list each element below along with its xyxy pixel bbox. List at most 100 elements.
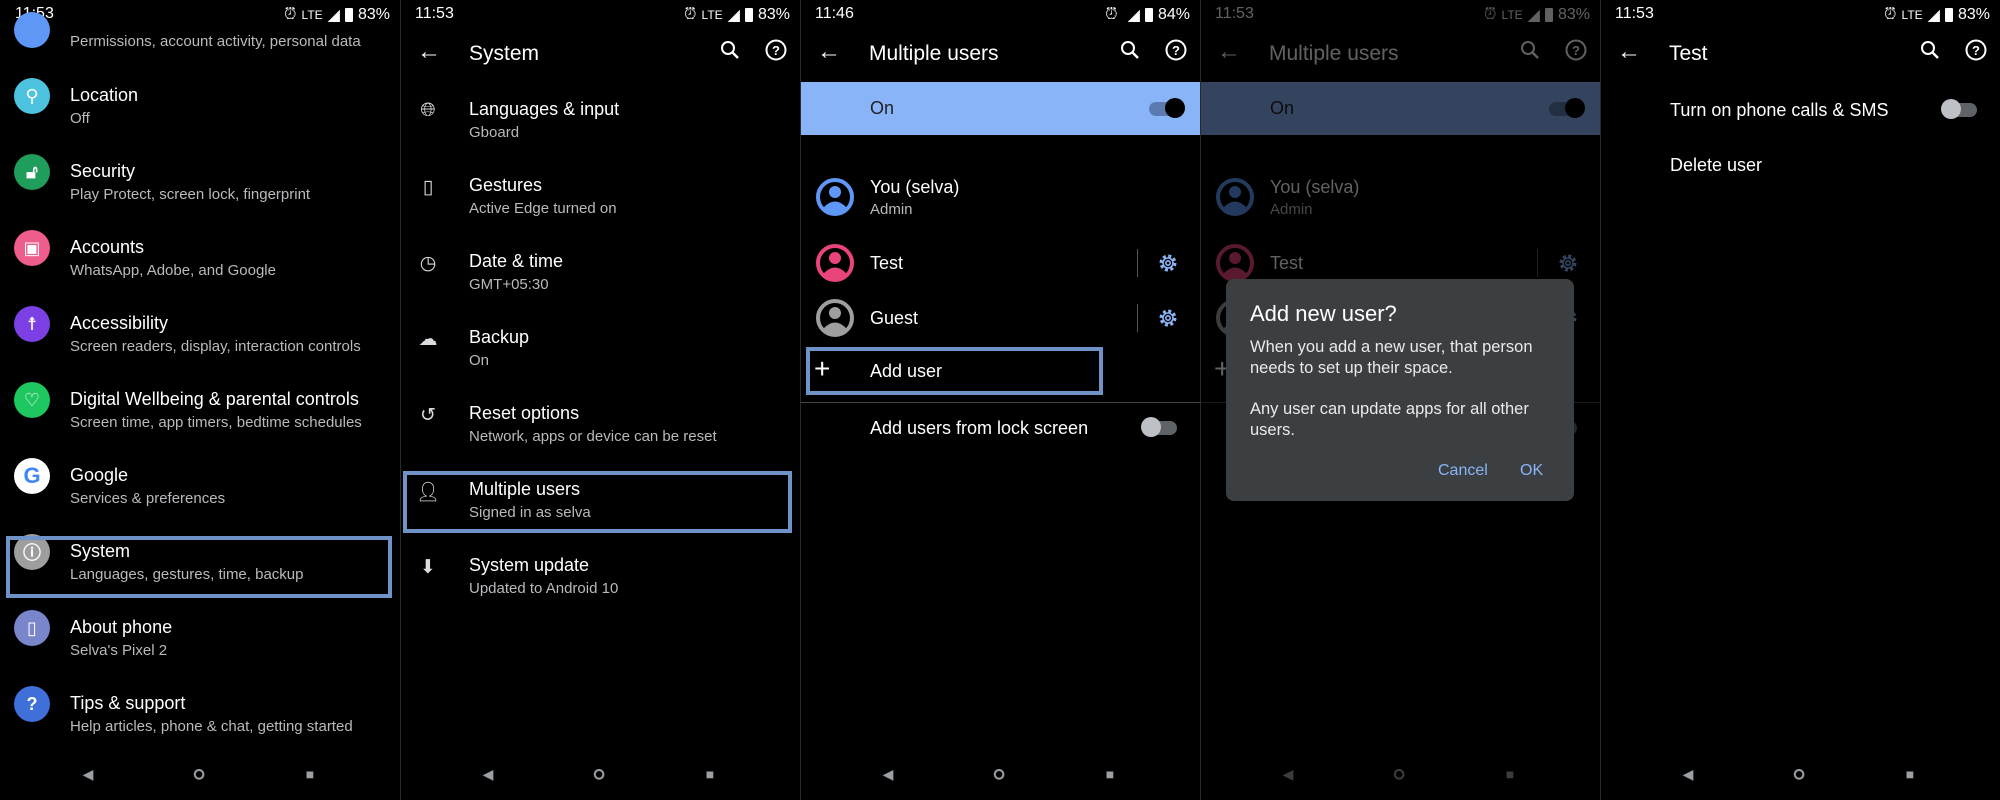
status-time: 11:53 — [415, 5, 454, 22]
recents-button[interactable]: ■ — [698, 762, 722, 786]
back-nav-button[interactable]: ◀ — [876, 762, 900, 786]
search-icon[interactable] — [1118, 38, 1142, 62]
search-icon[interactable] — [1918, 38, 1942, 62]
system-update-icon: ⬇ — [420, 557, 436, 578]
settings-item-accounts[interactable]: ▣ Accounts WhatsApp, Adobe, and Google — [0, 218, 400, 288]
lock-screen-toggle[interactable] — [1141, 417, 1177, 437]
settings-item-google[interactable]: G Google Services & preferences — [0, 446, 400, 516]
status-icons: ⏰︎ LTE ◢ 83% — [284, 5, 390, 25]
settings-item-digital[interactable]: ♡ Digital Wellbeing & parental controls Sc… — [0, 370, 400, 440]
signal-icon: ◢ — [727, 7, 740, 24]
battery-level: 83% — [357, 6, 390, 23]
home-button[interactable]: ● — [987, 762, 1011, 786]
settings-item-tips[interactable]: ? Tips & support Help articles, phone & ch… — [0, 674, 400, 744]
highlight-box — [6, 536, 392, 598]
phone-calls-toggle[interactable] — [1941, 99, 1977, 119]
settings-item-security[interactable]: 🔓︎ Security Play Protect, screen lock, fin… — [0, 142, 400, 212]
signal-icon: ◢ — [1927, 7, 1940, 24]
home-button[interactable]: ● — [187, 762, 211, 786]
alarm-icon: ⏰︎ — [284, 6, 297, 23]
ok-button[interactable]: OK — [1520, 462, 1543, 480]
signal-icon: ◢ — [327, 7, 340, 24]
location-icon: ⚲ — [14, 78, 50, 114]
screen-3: 11:46 ⏰︎ ◢ 84% ◀ ● ■ ← Multiple users? On You (sel… — [800, 0, 1200, 800]
lock-open-icon: 🔓︎ — [14, 154, 50, 190]
delete-user-button[interactable]: Delete user — [1670, 155, 1762, 176]
recents-button[interactable]: ■ — [1098, 762, 1122, 786]
back-nav-button[interactable]: ◀ — [476, 762, 500, 786]
divider — [1200, 0, 1201, 800]
item-title: Digital Wellbeing & parental controls — [70, 389, 359, 409]
screen-1: 11:53⏰︎LTE◢83%◀●■Permissions, account ac… — [0, 0, 400, 800]
system-item-gestures[interactable]: ▯ Gestures Active Edge turned on — [400, 156, 800, 226]
item-subtitle: GMT+05:30 — [469, 276, 549, 293]
accounts-icon: ▣ — [14, 230, 50, 266]
battery-level: 83% — [757, 6, 790, 23]
battery-level: 84% — [1157, 6, 1190, 23]
svg-text:?: ? — [1172, 43, 1180, 58]
google-icon: G — [14, 458, 50, 494]
toggle-knob — [1941, 99, 1961, 119]
user-name: Guest — [870, 308, 919, 328]
divider — [1137, 304, 1138, 332]
back-arrow-icon[interactable]: ← — [1617, 38, 1641, 66]
lock-screen-row[interactable]: Add users from lock screen — [800, 405, 1200, 451]
status-icons: ⏰︎ LTE ◢ 83% — [1884, 5, 1990, 25]
screen-5: 11:53 ⏰︎ LTE ◢ 83% ◀ ● ■ ← Test? Turn on phone cal… — [1600, 0, 2000, 800]
system-item-date[interactable]: ◷ Date & time GMT+05:30 — [400, 232, 800, 302]
cancel-button[interactable]: Cancel — [1438, 462, 1488, 480]
item-subtitle: Play Protect, screen lock, fingerprint — [70, 186, 311, 203]
settings-item-accessibility[interactable]: ☨ Accessibility Screen readers, display, i… — [0, 294, 400, 364]
system-item-languages[interactable]: 🌐︎ Languages & input Gboard — [400, 80, 800, 150]
master-toggle-row[interactable]: On — [800, 82, 1200, 135]
battery-level: 83% — [1957, 6, 1990, 23]
gestures-icon: ▯ — [422, 177, 434, 198]
recents-button[interactable]: ■ — [298, 762, 322, 786]
help-icon[interactable]: ? — [1164, 38, 1188, 62]
item-subtitle: Updated to Android 10 — [469, 580, 619, 597]
back-nav-button[interactable]: ◀ — [76, 762, 100, 786]
settings-item-about[interactable]: ▯ About phone Selva's Pixel 2 — [0, 598, 400, 668]
help-icon[interactable]: ? — [1964, 38, 1988, 62]
item-title: Date & time — [469, 251, 564, 271]
battery-icon — [344, 8, 353, 22]
user-row-you[interactable]: You (selva) Admin — [800, 169, 1200, 225]
item-title: Google — [70, 465, 129, 485]
user-row-guest[interactable]: Guest — [800, 290, 1200, 346]
status-icons: ⏰︎ LTE ◢ 83% — [684, 5, 790, 25]
master-toggle[interactable] — [1149, 98, 1185, 118]
item-title: About phone — [70, 617, 173, 637]
privacy-subtitle: Permissions, account activity, personal … — [70, 33, 361, 50]
user-row-test[interactable]: Test — [800, 235, 1200, 291]
item-title: Security — [70, 161, 136, 181]
gear-icon[interactable] — [1156, 251, 1180, 275]
system-item-backup[interactable]: ☁ Backup On — [400, 308, 800, 378]
avatar — [815, 177, 855, 222]
gear-icon[interactable] — [1156, 306, 1180, 330]
back-nav-button[interactable]: ◀ — [1676, 762, 1700, 786]
back-arrow-icon[interactable]: ← — [817, 38, 841, 66]
back-arrow-icon[interactable]: ← — [417, 38, 441, 66]
home-button[interactable]: ● — [1787, 762, 1811, 786]
recents-button[interactable]: ■ — [1898, 762, 1922, 786]
item-subtitle: On — [469, 352, 490, 369]
help-icon[interactable]: ? — [764, 38, 788, 62]
screen-2: 11:53 ⏰︎ LTE ◢ 83% ◀ ● ■ ← System? 🌐︎ Languages & i… — [400, 0, 800, 800]
system-item-system[interactable]: ⬇ System update Updated to Android 10 — [400, 536, 800, 606]
settings-item-location[interactable]: ⚲ Location Off — [0, 66, 400, 136]
highlight-box — [403, 471, 792, 533]
phone-calls-row[interactable]: Turn on phone calls & SMS — [1600, 88, 2000, 134]
home-button[interactable]: ● — [587, 762, 611, 786]
alarm-icon: ⏰︎ — [684, 6, 697, 23]
page-title: Multiple users — [869, 42, 999, 65]
globe-icon: 🌐︎ — [420, 100, 436, 121]
battery-icon — [744, 8, 753, 22]
system-item-reset[interactable]: ↺ Reset options Network, apps or device ca… — [400, 384, 800, 454]
item-subtitle: Help articles, phone & chat, getting sta… — [70, 718, 353, 735]
search-icon[interactable] — [718, 38, 742, 62]
dialog-body-1: When you add a new user, that person nee… — [1250, 338, 1533, 377]
item-subtitle: Active Edge turned on — [469, 200, 617, 217]
screen-4: 11:53⏰︎LTE◢83%◀●■←Multiple users?OnYou (… — [1200, 0, 1600, 800]
privacy-icon — [14, 12, 50, 48]
network-label: LTE — [301, 8, 323, 22]
